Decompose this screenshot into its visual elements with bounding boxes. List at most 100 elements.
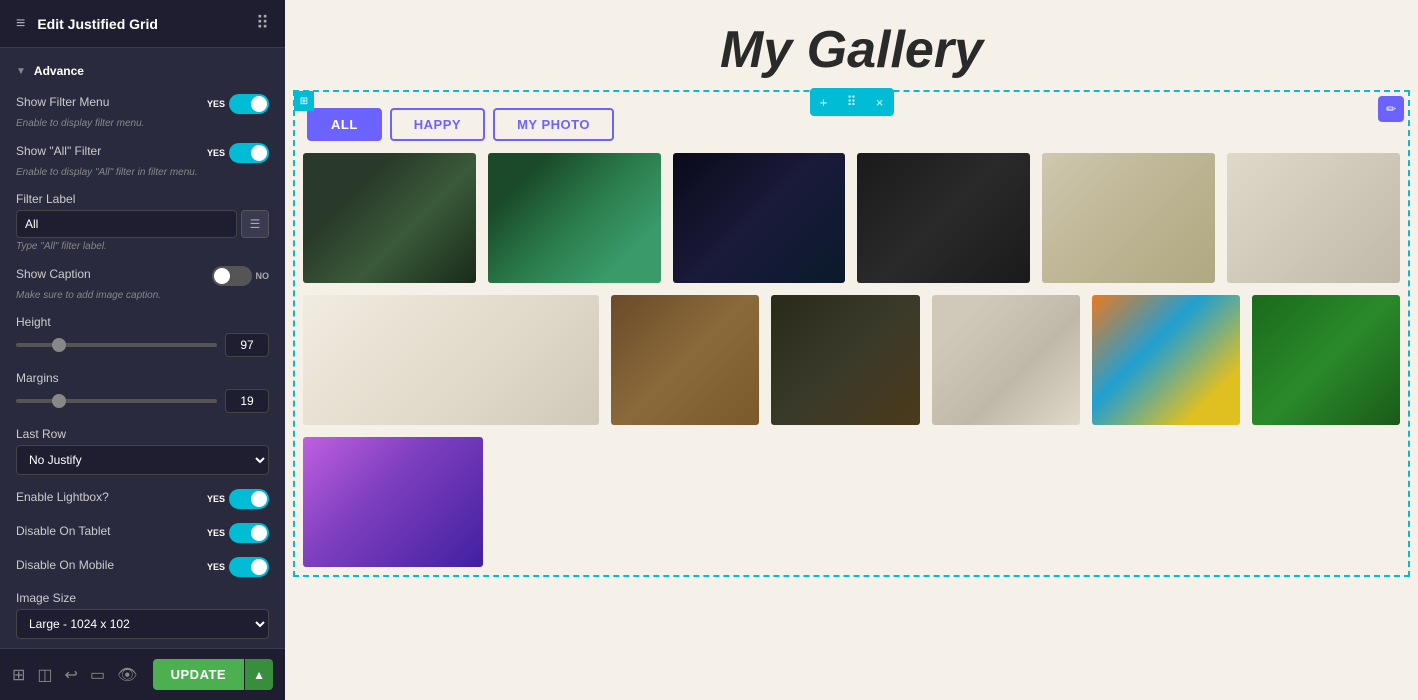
gallery-title: My Gallery [285,0,1418,90]
enable-lightbox-row: Enable Lightbox? YES [16,489,269,509]
show-caption-toggle-wrapper: NO [212,266,270,286]
height-slider[interactable] [16,343,217,347]
footer-icons: ⊞ ◫ ↩ ▭ 👁 [12,665,137,685]
filter-myphoto-button[interactable]: MY PHOTO [493,108,614,141]
update-button[interactable]: UPDATE [153,659,244,690]
enable-lightbox-toggle[interactable] [229,489,269,509]
stack-icon[interactable]: ◫ [37,665,52,685]
show-all-filter-yes-label: YES [207,148,225,158]
show-filter-menu-label: Show Filter Menu [16,95,109,109]
photo-dark-space [673,153,846,283]
show-caption-no-label: NO [256,271,270,281]
height-value: 97 [225,333,269,357]
photo-grid [303,153,1400,567]
photo-music-eq [857,153,1030,283]
update-arrow-button[interactable]: ▲ [245,659,273,690]
disable-mobile-row: Disable On Mobile YES [16,557,269,577]
show-caption-toggle[interactable] [212,266,252,286]
show-filter-menu-hint: Enable to display filter menu. [16,118,269,129]
enable-lightbox-label: Enable Lightbox? [16,490,109,504]
height-slider-row: 97 [16,333,269,357]
drag-element-button[interactable]: ⠿ [838,88,866,116]
window-icon[interactable]: ▭ [90,665,105,685]
photo-hands-dirt [611,295,759,425]
margins-value: 19 [225,389,269,413]
photo-woman-white [303,295,599,425]
photo-chess [771,295,919,425]
main-content: My Gallery + ⠿ × ⊞ ✏ ALL HAPPY MY PHOTO [285,0,1418,700]
photo-row-1 [303,153,1400,283]
last-row-row: Last Row No Justify Justify Hide [16,427,269,475]
sidebar-footer: ⊞ ◫ ↩ ▭ 👁 UPDATE ▲ [0,648,285,700]
image-size-select[interactable]: Large - 1024 x 102 Medium Small Thumbnai… [16,609,269,639]
photo-row-2 [303,295,1400,425]
show-all-filter-toggle-wrapper: YES [207,143,269,163]
sidebar-content: Advance Show Filter Menu YES Enable to d… [0,48,285,648]
undo-icon[interactable]: ↩ [65,665,78,685]
photo-silhouette [303,437,483,567]
delete-element-button[interactable]: × [866,88,894,116]
filter-happy-button[interactable]: HAPPY [390,108,485,141]
disable-tablet-yes-label: YES [207,528,225,538]
photo-row-3 [303,437,1400,567]
disable-mobile-label: Disable On Mobile [16,558,114,572]
show-filter-menu-row: Show Filter Menu YES Enable to display f… [16,94,269,129]
filter-label-label: Filter Label [16,192,269,206]
last-row-label: Last Row [16,427,269,441]
margins-row: Margins 19 [16,371,269,413]
show-caption-row: Show Caption NO Make sure to add image c… [16,266,269,301]
layers-icon[interactable]: ⊞ [12,665,25,685]
last-row-select[interactable]: No Justify Justify Hide [16,445,269,475]
filter-all-button[interactable]: ALL [307,108,382,141]
filter-label-hint: Type "All" filter label. [16,241,269,252]
sidebar-title: Edit Justified Grid [37,16,158,32]
show-caption-label: Show Caption [16,267,91,281]
enable-lightbox-yes-label: YES [207,494,225,504]
show-all-filter-label: Show "All" Filter [16,144,101,158]
disable-tablet-label: Disable On Tablet [16,524,111,538]
sidebar-header: ≡ Edit Justified Grid ⠿ [0,0,285,48]
hamburger-icon[interactable]: ≡ [16,15,25,33]
show-filter-menu-yes-label: YES [207,99,225,109]
add-element-button[interactable]: + [810,88,838,116]
disable-tablet-toggle[interactable] [229,523,269,543]
update-btn-wrapper: UPDATE ▲ [153,659,273,690]
section-title: Advance [16,64,269,78]
photo-colorful-art [1092,295,1240,425]
eye-icon[interactable]: 👁 [117,665,137,685]
image-size-row: Image Size Large - 1024 x 102 Medium Sma… [16,591,269,639]
sidebar-header-left: ≡ Edit Justified Grid [16,15,158,33]
show-filter-menu-toggle-wrapper: YES [207,94,269,114]
disable-mobile-toggle-wrapper: YES [207,557,269,577]
margins-label: Margins [16,371,269,385]
photo-golf [1252,295,1400,425]
filter-label-icon-btn[interactable]: ☰ [241,210,269,238]
filter-label-input[interactable] [16,210,237,238]
image-size-label: Image Size [16,591,269,605]
disable-mobile-yes-label: YES [207,562,225,572]
height-label: Height [16,315,269,329]
enable-lightbox-toggle-wrapper: YES [207,489,269,509]
gallery-corner-icon: ⊞ [294,91,314,111]
disable-mobile-toggle[interactable] [229,557,269,577]
show-all-filter-toggle[interactable] [229,143,269,163]
filter-label-row: Filter Label ☰ Type "All" filter label. [16,192,269,252]
edit-pencil-button[interactable]: ✏ [1378,96,1404,122]
photo-fishing-water [488,153,661,283]
gallery-wrapper: ⊞ ✏ ALL HAPPY MY PHOTO [293,90,1410,577]
photo-fishing-hands [303,153,476,283]
show-filter-menu-toggle[interactable] [229,94,269,114]
grid-icon[interactable]: ⠿ [256,13,269,34]
photo-laptop [1227,153,1400,283]
margins-slider[interactable] [16,399,217,403]
height-row: Height 97 [16,315,269,357]
margins-slider-row: 19 [16,389,269,413]
show-caption-hint: Make sure to add image caption. [16,290,269,301]
show-all-filter-row: Show "All" Filter YES Enable to display … [16,143,269,178]
sidebar: ≡ Edit Justified Grid ⠿ Advance Show Fil… [0,0,285,700]
filter-label-input-wrapper: ☰ [16,210,269,238]
disable-tablet-row: Disable On Tablet YES [16,523,269,543]
show-all-filter-hint: Enable to display "All" filter in filter… [16,167,269,178]
disable-tablet-toggle-wrapper: YES [207,523,269,543]
photo-woman-red [932,295,1080,425]
